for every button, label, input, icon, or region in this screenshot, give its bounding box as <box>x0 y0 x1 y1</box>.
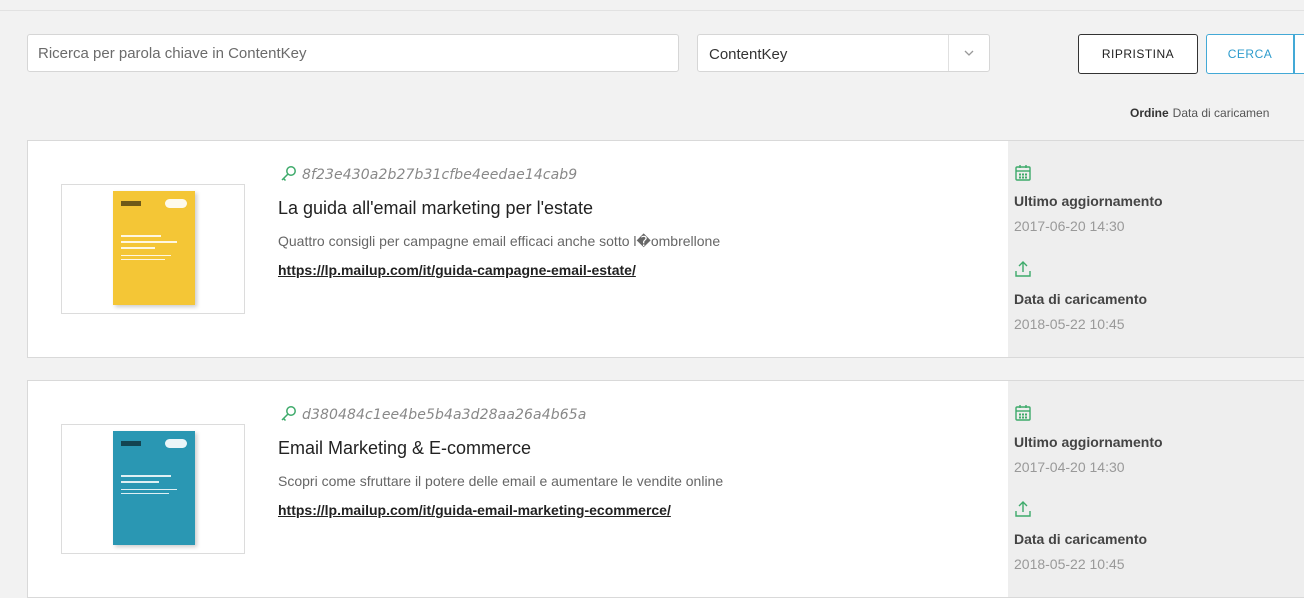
content-thumbnail[interactable] <box>61 184 245 314</box>
reset-button[interactable]: RIPRISTINA <box>1078 34 1198 74</box>
content-title: Email Marketing & E-commerce <box>278 438 532 458</box>
upload-icon <box>1015 501 1031 517</box>
top-divider <box>0 10 1304 11</box>
extra-button[interactable] <box>1294 34 1304 74</box>
uploaded-value: 2018-05-22 10:45 <box>1014 316 1125 332</box>
sort-label: Ordine <box>1130 106 1169 120</box>
sort-value[interactable]: Data di caricamen <box>1173 106 1270 120</box>
search-button[interactable]: CERCA <box>1206 34 1294 74</box>
ebook-cover-image <box>113 431 195 545</box>
calendar-icon <box>1015 165 1031 181</box>
content-key: d380484c1ee4be5b4a3d28aa26a4b65a <box>302 407 587 423</box>
content-url-link[interactable]: https://lp.mailup.com/it/guida-email-mar… <box>278 502 671 518</box>
updated-value: 2017-04-20 14:30 <box>1014 459 1125 475</box>
chevron-down-icon[interactable] <box>962 48 976 58</box>
content-description: Quattro consigli per campagne email effi… <box>278 233 721 249</box>
uploaded-label: Data di caricamento <box>1014 531 1148 547</box>
uploaded-label: Data di caricamento <box>1014 291 1148 307</box>
key-icon <box>281 166 296 182</box>
key-icon <box>281 406 296 422</box>
updated-value: 2017-06-20 14:30 <box>1014 218 1125 234</box>
select-divider <box>948 35 949 71</box>
sort-order[interactable]: Ordine Data di caricamen <box>1130 106 1269 120</box>
updated-label: Ultimo aggiornamento <box>1014 193 1163 209</box>
ebook-cover-image <box>113 191 195 305</box>
uploaded-value: 2018-05-22 10:45 <box>1014 556 1125 572</box>
content-key: 8f23e430a2b27b31cfbe4eedae14cab9 <box>302 167 578 183</box>
content-url-link[interactable]: https://lp.mailup.com/it/guida-campagne-… <box>278 262 636 278</box>
calendar-icon <box>1015 405 1031 421</box>
content-title: La guida all'email marketing per l'estat… <box>278 198 594 218</box>
content-description: Scopri come sfruttare il potere delle em… <box>278 473 724 489</box>
search-input[interactable] <box>27 34 679 72</box>
upload-icon <box>1015 261 1031 277</box>
updated-label: Ultimo aggiornamento <box>1014 434 1163 450</box>
content-thumbnail[interactable] <box>61 424 245 554</box>
select-value: ContentKey <box>709 46 788 63</box>
search-field-select[interactable]: ContentKey <box>697 34 990 72</box>
